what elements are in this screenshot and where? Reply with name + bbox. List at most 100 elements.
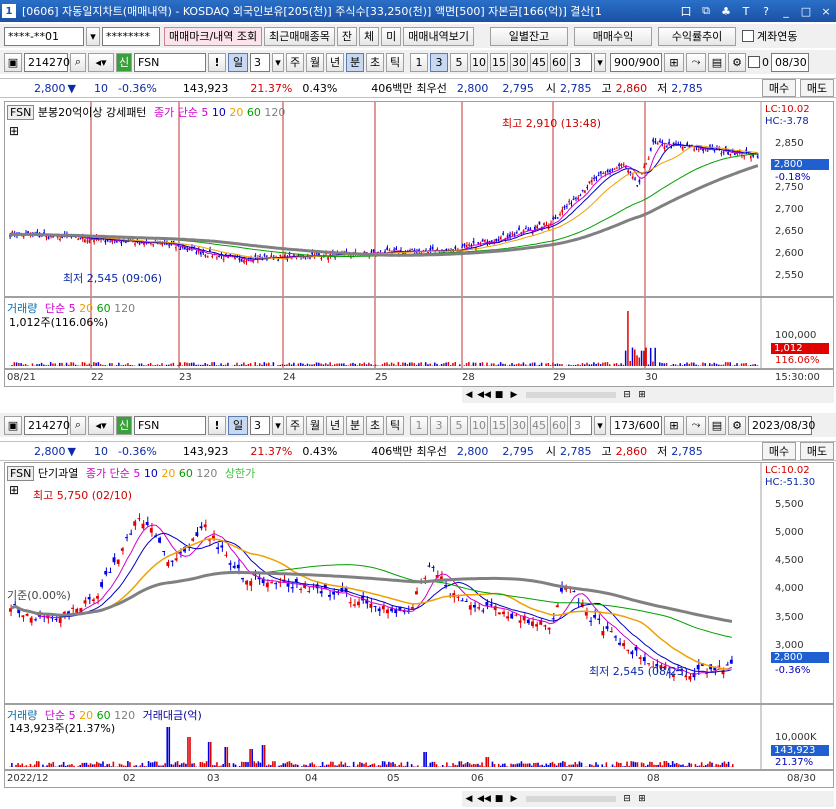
interval-60[interactable]: 60 xyxy=(550,415,568,435)
period-day-button[interactable]: 일 xyxy=(228,415,248,435)
interval-dropdown[interactable]: ▾ xyxy=(594,52,606,72)
zoom-in-icon[interactable]: ⊞ xyxy=(635,388,649,402)
top-scrollbar[interactable] xyxy=(526,392,616,398)
zoom-out-icon[interactable]: ⊟ xyxy=(620,388,634,402)
window-icon[interactable]: 口 xyxy=(678,3,694,19)
count-dropdown[interactable]: ▾ xyxy=(272,52,284,72)
alert-button[interactable]: ! xyxy=(208,52,226,72)
tab-year[interactable]: 년 xyxy=(326,52,344,72)
interval-10[interactable]: 10 xyxy=(470,52,488,72)
top-fsn-tag[interactable]: FSN xyxy=(7,105,35,120)
trade-mark-button[interactable]: 매매마크/내역 조회 xyxy=(164,26,263,46)
top-sell-button[interactable]: 매도 xyxy=(800,79,834,97)
save-icon[interactable]: ▤ xyxy=(708,415,726,435)
help-icon[interactable]: ? xyxy=(758,3,774,19)
period-count-input[interactable]: 3 xyxy=(250,52,270,72)
text-icon[interactable]: T xyxy=(738,3,754,19)
grid-icon[interactable]: ⊞ xyxy=(9,483,19,497)
panel-icon[interactable]: ▣ xyxy=(4,52,22,72)
close-icon[interactable]: × xyxy=(818,3,834,19)
play-icon[interactable]: ▶ xyxy=(507,388,521,402)
tab-tick[interactable]: 틱 xyxy=(386,52,404,72)
interval-10[interactable]: 10 xyxy=(470,415,488,435)
maximize-icon[interactable]: □ xyxy=(798,3,814,19)
executed-button[interactable]: 체 xyxy=(359,26,380,46)
tab-minute[interactable]: 분 xyxy=(346,52,364,72)
trend-icon[interactable]: ⤳ xyxy=(686,415,706,435)
count-dropdown[interactable]: ▾ xyxy=(272,415,284,435)
top-ratio-display[interactable]: 900/900 xyxy=(610,52,662,72)
bottom-scrollbar[interactable] xyxy=(526,796,616,802)
bottom-name-input[interactable]: FSN xyxy=(134,415,206,435)
tab-second[interactable]: 초 xyxy=(366,52,384,72)
minimize-icon[interactable]: _ xyxy=(778,3,794,19)
interval-input[interactable]: 3 xyxy=(570,52,592,72)
interval-45[interactable]: 45 xyxy=(530,52,548,72)
interval-3[interactable]: 3 xyxy=(430,415,448,435)
period-day-button[interactable]: 일 xyxy=(228,52,248,72)
top-price-chart[interactable] xyxy=(5,102,833,296)
balance-button[interactable]: 잔 xyxy=(336,26,358,46)
top-code-input[interactable]: 214270 xyxy=(24,52,70,72)
bottom-price-panel[interactable]: FSN 단기과열 종가 단순 5 10 20 60 120 상한가 ⊞ LC:1… xyxy=(4,462,834,704)
first-icon[interactable]: ◀ xyxy=(462,792,476,806)
zoom-in-icon[interactable]: ⊞ xyxy=(635,792,649,806)
period-count-input[interactable]: 3 xyxy=(250,415,270,435)
bottom-sell-button[interactable]: 매도 xyxy=(800,442,834,460)
stop-icon[interactable]: ■ xyxy=(492,388,506,402)
gear-icon[interactable]: ⚙ xyxy=(728,415,746,435)
tab-minute[interactable]: 분 xyxy=(346,415,364,435)
trade-history-button[interactable]: 매매내역보기 xyxy=(403,26,475,46)
bottom-code-input[interactable]: 214270 xyxy=(24,415,70,435)
top-price-panel[interactable]: FSN 분봉20억이상 강세패턴 종가 단순 5 10 20 60 120 ⊞ … xyxy=(4,101,834,297)
gear-icon[interactable]: ⚙ xyxy=(728,52,746,72)
bottom-ratio-display[interactable]: 173/600 xyxy=(610,415,662,435)
interval-dropdown[interactable]: ▾ xyxy=(594,415,606,435)
save-icon[interactable]: ▤ xyxy=(708,52,726,72)
tab-week[interactable]: 주 xyxy=(286,52,304,72)
indicator-icon[interactable]: ⊞ xyxy=(664,415,684,435)
search-icon[interactable]: ⌕ xyxy=(70,52,86,72)
account-link-checkbox[interactable]: 계좌연동 xyxy=(742,28,798,44)
rewind-icon[interactable]: ◀◀ xyxy=(477,388,491,402)
interval-input[interactable]: 3 xyxy=(570,415,592,435)
indicator-icon[interactable]: ⊞ xyxy=(664,52,684,72)
play-icon[interactable]: ▶ xyxy=(507,792,521,806)
top-name-input[interactable]: FSN xyxy=(134,52,206,72)
interval-1[interactable]: 1 xyxy=(410,415,428,435)
interval-3[interactable]: 3 xyxy=(430,52,448,72)
top-checkbox[interactable] xyxy=(748,56,760,68)
interval-5[interactable]: 5 xyxy=(450,52,468,72)
trend-icon[interactable]: ⤳ xyxy=(686,52,706,72)
speaker-icon[interactable]: ◂▾ xyxy=(88,52,114,72)
stop-icon[interactable]: ■ xyxy=(492,792,506,806)
recent-trades-button[interactable]: 최근매매종목 xyxy=(264,26,335,46)
alert-button[interactable]: ! xyxy=(208,415,226,435)
interval-45[interactable]: 45 xyxy=(530,415,548,435)
speaker-icon[interactable]: ◂▾ xyxy=(88,415,114,435)
bottom-fsn-tag[interactable]: FSN xyxy=(7,466,35,481)
tab-month[interactable]: 월 xyxy=(306,52,324,72)
pending-button[interactable]: 미 xyxy=(381,26,402,46)
bottom-buy-button[interactable]: 매수 xyxy=(762,442,796,460)
link-icon[interactable]: ♣ xyxy=(718,3,734,19)
grid-icon[interactable]: ⊞ xyxy=(9,124,19,138)
tab-second[interactable]: 초 xyxy=(366,415,384,435)
interval-30[interactable]: 30 xyxy=(510,52,528,72)
interval-5[interactable]: 5 xyxy=(450,415,468,435)
bottom-date-input[interactable]: 2023/08/30 xyxy=(748,415,815,435)
panel-icon[interactable]: ▣ xyxy=(4,415,22,435)
interval-15[interactable]: 15 xyxy=(490,52,508,72)
bottom-volume-panel[interactable]: 거래량 단순 5 20 60 120 거래대금(억) 143,923주(21.3… xyxy=(4,704,834,770)
tab-tick[interactable]: 틱 xyxy=(386,415,404,435)
account-input[interactable]: ****-**01 xyxy=(4,26,84,46)
interval-15[interactable]: 15 xyxy=(490,415,508,435)
interval-1[interactable]: 1 xyxy=(410,52,428,72)
first-icon[interactable]: ◀ xyxy=(462,388,476,402)
rewind-icon[interactable]: ◀◀ xyxy=(477,792,491,806)
trade-profit-button[interactable]: 매매수익 xyxy=(574,26,653,46)
top-buy-button[interactable]: 매수 xyxy=(762,79,796,97)
tab-week[interactable]: 주 xyxy=(286,415,304,435)
interval-30[interactable]: 30 xyxy=(510,415,528,435)
return-trend-button[interactable]: 수익률추이 xyxy=(658,26,737,46)
